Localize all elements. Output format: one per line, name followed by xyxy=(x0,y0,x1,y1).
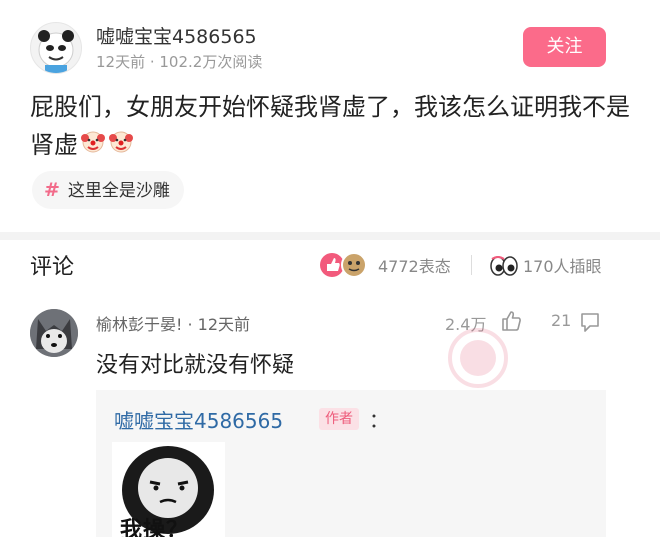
reply-bubble-icon[interactable] xyxy=(579,311,601,333)
post-author-avatar[interactable] xyxy=(30,22,82,74)
meme-image[interactable]: 我操？ xyxy=(112,442,225,537)
header-separator xyxy=(471,255,472,275)
commenter-avatar[interactable] xyxy=(30,309,78,357)
commenter-name[interactable]: 榆林彭于晏! · 12天前 xyxy=(96,311,250,335)
clown-icon xyxy=(80,127,106,165)
post-meta: 12天前 · 102.2万次阅读 xyxy=(96,53,263,71)
reaction-emoji-icon xyxy=(320,252,367,278)
hashtag-icon: # xyxy=(44,179,60,201)
peek-count[interactable]: 170人插眼 xyxy=(523,253,602,277)
watermark-stamp-icon xyxy=(438,318,518,398)
reactions-count[interactable]: 4772表态 xyxy=(378,253,451,277)
meme-caption: 我操？ xyxy=(120,518,190,537)
reply-author-name[interactable]: 嘘嘘宝宝4586565 xyxy=(114,405,283,434)
husky-avatar-icon xyxy=(30,309,78,357)
comments-title: 评论 xyxy=(30,255,75,280)
topic-tag-label: 这里全是沙雕 xyxy=(67,181,170,201)
topic-tag[interactable]: # 这里全是沙雕 xyxy=(32,171,184,209)
panda-avatar-icon xyxy=(38,30,74,73)
reply-colon: ： xyxy=(369,408,389,432)
clown-icon xyxy=(108,127,134,165)
post-text: 屁股们，女朋友开始怀疑我肾虚了，我该怎么证明我不是肾虚 xyxy=(30,88,630,165)
comment-reply-count[interactable]: 21 xyxy=(551,311,571,330)
reactions-button[interactable] xyxy=(318,251,370,279)
author-badge: 作者 xyxy=(319,408,359,430)
eyes-icon[interactable] xyxy=(490,255,518,277)
comment-text: 没有对比就没有怀疑 xyxy=(96,353,295,378)
section-divider xyxy=(0,232,660,240)
post-author-name[interactable]: 嘘嘘宝宝4586565 xyxy=(96,22,257,49)
follow-button[interactable]: 关注 xyxy=(523,27,606,67)
